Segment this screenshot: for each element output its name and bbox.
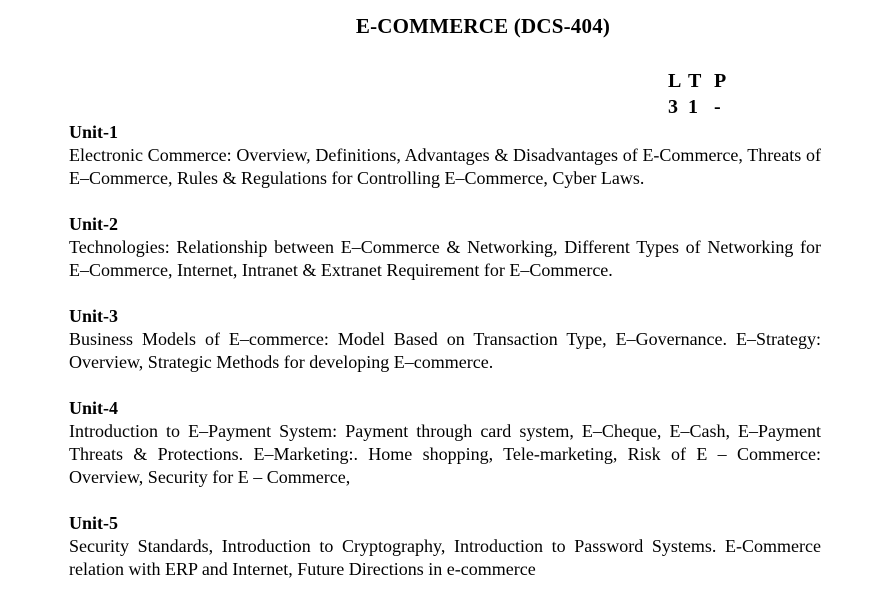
ltp-value-p: - [714, 96, 721, 118]
unit-heading: Unit-1 [69, 122, 118, 142]
unit-body: Electronic Commerce: Overview, Definitio… [69, 145, 821, 188]
ltp-header-l: L [668, 70, 682, 92]
unit-heading: Unit-2 [69, 214, 118, 234]
units-list: Unit-1 Electronic Commerce: Overview, De… [69, 121, 821, 604]
ltp-values-row: 3 1 - [668, 94, 734, 120]
unit-body: Technologies: Relationship between E–Com… [69, 237, 821, 280]
ltp-value-t: 1 [688, 96, 698, 118]
ltp-table: L T P 3 1 - [668, 68, 734, 120]
ltp-header-row: L T P [668, 68, 734, 94]
unit-heading: Unit-4 [69, 398, 118, 418]
unit-body: Business Models of E–commerce: Model Bas… [69, 329, 821, 372]
unit-body: Security Standards, Introduction to Cryp… [69, 536, 821, 579]
ltp-value-l: 3 [668, 96, 678, 118]
unit-body: Introduction to E–Payment System: Paymen… [69, 421, 821, 487]
syllabus-page: E-COMMERCE (DCS-404) L T P 3 1 - Unit-1 … [0, 0, 890, 605]
unit-heading: Unit-5 [69, 513, 118, 533]
unit-1: Unit-1 Electronic Commerce: Overview, De… [69, 121, 821, 190]
unit-heading: Unit-3 [69, 306, 118, 326]
unit-5: Unit-5 Security Standards, Introduction … [69, 512, 821, 581]
ltp-header-t: T [688, 70, 702, 92]
page-title: E-COMMERCE (DCS-404) [355, 14, 611, 38]
unit-4: Unit-4 Introduction to E–Payment System:… [69, 397, 821, 489]
ltp-header-p: P [714, 70, 727, 92]
unit-3: Unit-3 Business Models of E–commerce: Mo… [69, 305, 821, 374]
unit-2: Unit-2 Technologies: Relationship betwee… [69, 213, 821, 282]
